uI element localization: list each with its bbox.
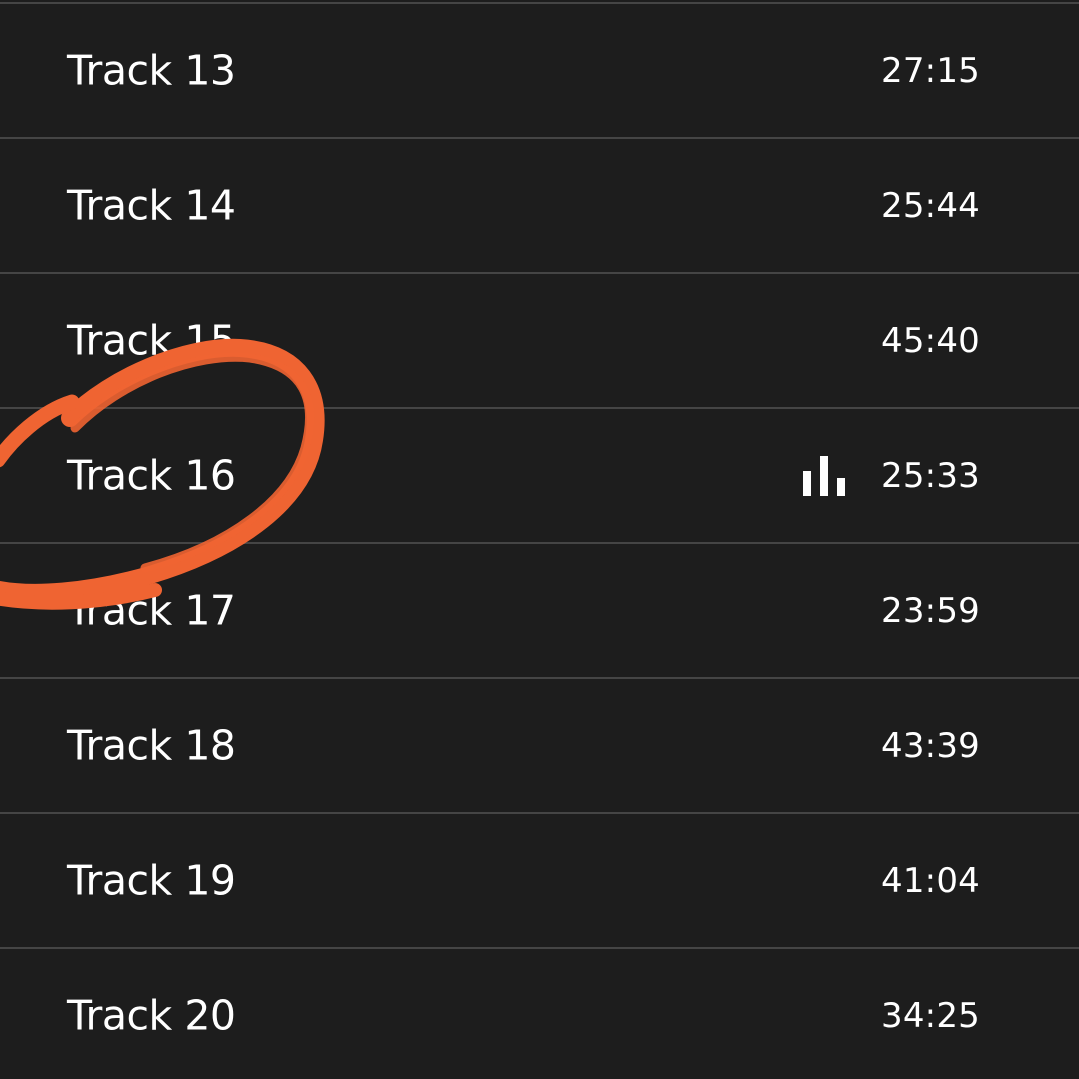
track-row[interactable]: Track 15 45:40	[0, 274, 1079, 409]
track-duration: 23:59	[881, 590, 980, 631]
track-title: Track 16	[67, 451, 236, 499]
track-row[interactable]: Track 19 41:04	[0, 814, 1079, 949]
track-title: Track 19	[67, 856, 236, 904]
track-row[interactable]: Track 18 43:39	[0, 679, 1079, 814]
track-duration: 43:39	[881, 725, 980, 766]
track-duration: 45:40	[881, 320, 980, 361]
track-list-screen: Track 13 27:15 Track 14 25:44 Track 15 4…	[0, 0, 1079, 1079]
track-title: Track 14	[67, 181, 236, 229]
track-duration: 41:04	[881, 860, 980, 901]
track-row[interactable]: Track 20 34:25	[0, 949, 1079, 1079]
track-duration: 34:25	[881, 995, 980, 1036]
track-title: Track 15	[67, 316, 236, 364]
track-title: Track 20	[67, 991, 236, 1039]
track-title: Track 17	[67, 586, 236, 634]
track-duration: 25:44	[881, 185, 980, 226]
track-title: Track 18	[67, 721, 236, 769]
track-duration: 25:33	[881, 455, 980, 496]
now-playing-bars-icon	[803, 455, 845, 496]
track-row-now-playing[interactable]: Track 16 25:33	[0, 409, 1079, 544]
track-row[interactable]: Track 17 23:59	[0, 544, 1079, 679]
track-row[interactable]: Track 13 27:15	[0, 4, 1079, 139]
track-row[interactable]: Track 14 25:44	[0, 139, 1079, 274]
track-title: Track 13	[67, 46, 236, 94]
track-duration: 27:15	[881, 50, 980, 91]
track-list: Track 13 27:15 Track 14 25:44 Track 15 4…	[0, 0, 1079, 1079]
